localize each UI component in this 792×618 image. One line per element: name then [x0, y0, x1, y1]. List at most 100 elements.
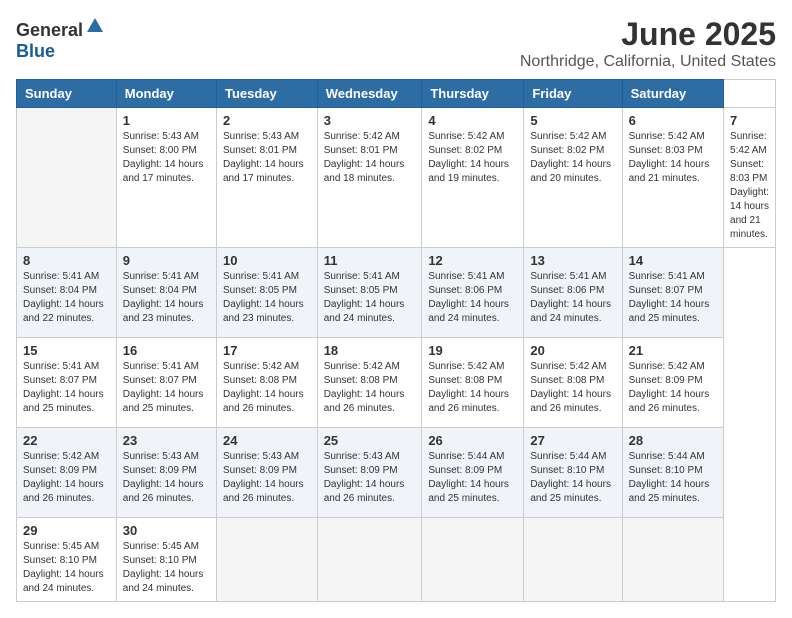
day-number: 16: [123, 343, 210, 358]
calendar-cell: 10Sunrise: 5:41 AM Sunset: 8:05 PM Dayli…: [216, 248, 317, 338]
logo-blue-text: Blue: [16, 41, 55, 61]
day-info: Sunrise: 5:43 AM Sunset: 8:00 PM Dayligh…: [123, 130, 210, 186]
calendar-cell: [622, 518, 723, 602]
day-number: 2: [223, 113, 311, 128]
day-number: 18: [324, 343, 416, 358]
logo-icon: [85, 16, 105, 36]
calendar-cell: 11Sunrise: 5:41 AM Sunset: 8:05 PM Dayli…: [317, 248, 422, 338]
column-header-tuesday: Tuesday: [216, 80, 317, 108]
day-number: 4: [428, 113, 517, 128]
logo: General Blue: [16, 16, 105, 62]
day-info: Sunrise: 5:41 AM Sunset: 8:07 PM Dayligh…: [23, 360, 110, 416]
calendar-cell: 19Sunrise: 5:42 AM Sunset: 8:08 PM Dayli…: [422, 338, 524, 428]
calendar-cell: 18 Sunrise: 5:42 AM Sunset: 8:08 PM Dayli…: [317, 338, 422, 428]
calendar-cell: [317, 518, 422, 602]
column-header-friday: Friday: [524, 80, 622, 108]
calendar-week-row: 22 Sunrise: 5:42 AM Sunset: 8:09 PM Dayli…: [17, 428, 776, 518]
calendar-cell: 29Sunrise: 5:45 AM Sunset: 8:10 PM Dayli…: [17, 518, 117, 602]
calendar-cell: 4 Sunrise: 5:42 AM Sunset: 8:02 PM Daylig…: [422, 108, 524, 248]
title-area: June 2025 Northridge, California, United…: [520, 16, 776, 71]
day-number: 1: [123, 113, 210, 128]
day-info: Sunrise: 5:41 AM Sunset: 8:04 PM Dayligh…: [123, 270, 210, 326]
day-info: Sunrise: 5:42 AM Sunset: 8:08 PM Dayligh…: [324, 360, 416, 416]
day-info: Sunrise: 5:43 AM Sunset: 8:01 PM Dayligh…: [223, 130, 311, 186]
calendar-header-row: SundayMondayTuesdayWednesdayThursdayFrid…: [17, 80, 776, 108]
calendar-cell: 6Sunrise: 5:42 AM Sunset: 8:03 PM Daylig…: [622, 108, 723, 248]
day-info: Sunrise: 5:44 AM Sunset: 8:10 PM Dayligh…: [530, 450, 615, 506]
header: General Blue June 2025 Northridge, Calif…: [16, 16, 776, 71]
day-info: Sunrise: 5:45 AM Sunset: 8:10 PM Dayligh…: [123, 540, 210, 596]
calendar-cell: 20 Sunrise: 5:42 AM Sunset: 8:08 PM Dayli…: [524, 338, 622, 428]
column-header-wednesday: Wednesday: [317, 80, 422, 108]
logo-general-text: General: [16, 20, 83, 40]
column-header-sunday: Sunday: [17, 80, 117, 108]
calendar-cell: 8 Sunrise: 5:41 AM Sunset: 8:04 PM Daylig…: [17, 248, 117, 338]
day-info: Sunrise: 5:41 AM Sunset: 8:06 PM Dayligh…: [530, 270, 615, 326]
calendar-cell: 26Sunrise: 5:44 AM Sunset: 8:09 PM Dayli…: [422, 428, 524, 518]
day-info: Sunrise: 5:42 AM Sunset: 8:08 PM Dayligh…: [530, 360, 615, 416]
day-info: Sunrise: 5:43 AM Sunset: 8:09 PM Dayligh…: [123, 450, 210, 506]
day-info: Sunrise: 5:42 AM Sunset: 8:09 PM Dayligh…: [629, 360, 717, 416]
calendar-cell: 28 Sunrise: 5:44 AM Sunset: 8:10 PM Dayli…: [622, 428, 723, 518]
calendar-cell: 1 Sunrise: 5:43 AM Sunset: 8:00 PM Daylig…: [116, 108, 216, 248]
day-info: Sunrise: 5:42 AM Sunset: 8:09 PM Dayligh…: [23, 450, 110, 506]
day-number: 17: [223, 343, 311, 358]
day-number: 30: [123, 523, 210, 538]
calendar-cell: 25 Sunrise: 5:43 AM Sunset: 8:09 PM Dayli…: [317, 428, 422, 518]
subtitle: Northridge, California, United States: [520, 53, 776, 71]
day-number: 12: [428, 253, 517, 268]
day-number: 6: [629, 113, 717, 128]
day-number: 8: [23, 253, 110, 268]
day-info: Sunrise: 5:43 AM Sunset: 8:09 PM Dayligh…: [324, 450, 416, 506]
calendar-cell: 21 Sunrise: 5:42 AM Sunset: 8:09 PM Dayli…: [622, 338, 723, 428]
day-info: Sunrise: 5:41 AM Sunset: 8:06 PM Dayligh…: [428, 270, 517, 326]
calendar-cell: 9 Sunrise: 5:41 AM Sunset: 8:04 PM Daylig…: [116, 248, 216, 338]
calendar-cell: 13 Sunrise: 5:41 AM Sunset: 8:06 PM Dayli…: [524, 248, 622, 338]
day-info: Sunrise: 5:41 AM Sunset: 8:07 PM Dayligh…: [123, 360, 210, 416]
calendar-cell: 17 Sunrise: 5:42 AM Sunset: 8:08 PM Dayli…: [216, 338, 317, 428]
day-number: 14: [629, 253, 717, 268]
day-number: 20: [530, 343, 615, 358]
day-info: Sunrise: 5:41 AM Sunset: 8:07 PM Dayligh…: [629, 270, 717, 326]
day-info: Sunrise: 5:42 AM Sunset: 8:02 PM Dayligh…: [530, 130, 615, 186]
day-number: 13: [530, 253, 615, 268]
day-number: 3: [324, 113, 416, 128]
calendar-week-row: 15 Sunrise: 5:41 AM Sunset: 8:07 PM Dayli…: [17, 338, 776, 428]
column-header-thursday: Thursday: [422, 80, 524, 108]
day-info: Sunrise: 5:42 AM Sunset: 8:08 PM Dayligh…: [223, 360, 311, 416]
day-info: Sunrise: 5:42 AM Sunset: 8:01 PM Dayligh…: [324, 130, 416, 186]
calendar-cell: 14 Sunrise: 5:41 AM Sunset: 8:07 PM Dayli…: [622, 248, 723, 338]
day-number: 28: [629, 433, 717, 448]
calendar-cell: 23 Sunrise: 5:43 AM Sunset: 8:09 PM Dayli…: [116, 428, 216, 518]
day-number: 25: [324, 433, 416, 448]
day-info: Sunrise: 5:42 AM Sunset: 8:03 PM Dayligh…: [730, 130, 769, 242]
calendar-cell: 5 Sunrise: 5:42 AM Sunset: 8:02 PM Daylig…: [524, 108, 622, 248]
day-number: 22: [23, 433, 110, 448]
day-number: 23: [123, 433, 210, 448]
calendar-cell: [216, 518, 317, 602]
day-number: 26: [428, 433, 517, 448]
day-number: 15: [23, 343, 110, 358]
day-info: Sunrise: 5:41 AM Sunset: 8:05 PM Dayligh…: [324, 270, 416, 326]
calendar-cell: [17, 108, 117, 248]
calendar-cell: 27Sunrise: 5:44 AM Sunset: 8:10 PM Dayli…: [524, 428, 622, 518]
calendar-week-row: 1 Sunrise: 5:43 AM Sunset: 8:00 PM Daylig…: [17, 108, 776, 248]
day-info: Sunrise: 5:42 AM Sunset: 8:02 PM Dayligh…: [428, 130, 517, 186]
day-number: 9: [123, 253, 210, 268]
day-number: 19: [428, 343, 517, 358]
calendar-cell: 24Sunrise: 5:43 AM Sunset: 8:09 PM Dayli…: [216, 428, 317, 518]
calendar-cell: [524, 518, 622, 602]
calendar-cell: 30 Sunrise: 5:45 AM Sunset: 8:10 PM Dayli…: [116, 518, 216, 602]
day-number: 21: [629, 343, 717, 358]
day-number: 5: [530, 113, 615, 128]
main-title: June 2025: [520, 16, 776, 53]
calendar-cell: 12 Sunrise: 5:41 AM Sunset: 8:06 PM Dayli…: [422, 248, 524, 338]
calendar-cell: 16 Sunrise: 5:41 AM Sunset: 8:07 PM Dayli…: [116, 338, 216, 428]
calendar-week-row: 8 Sunrise: 5:41 AM Sunset: 8:04 PM Daylig…: [17, 248, 776, 338]
day-info: Sunrise: 5:41 AM Sunset: 8:05 PM Dayligh…: [223, 270, 311, 326]
calendar-cell: 15 Sunrise: 5:41 AM Sunset: 8:07 PM Dayli…: [17, 338, 117, 428]
calendar-week-row: 29Sunrise: 5:45 AM Sunset: 8:10 PM Dayli…: [17, 518, 776, 602]
calendar-cell: 7Sunrise: 5:42 AM Sunset: 8:03 PM Daylig…: [724, 108, 776, 248]
day-info: Sunrise: 5:44 AM Sunset: 8:10 PM Dayligh…: [629, 450, 717, 506]
day-info: Sunrise: 5:41 AM Sunset: 8:04 PM Dayligh…: [23, 270, 110, 326]
